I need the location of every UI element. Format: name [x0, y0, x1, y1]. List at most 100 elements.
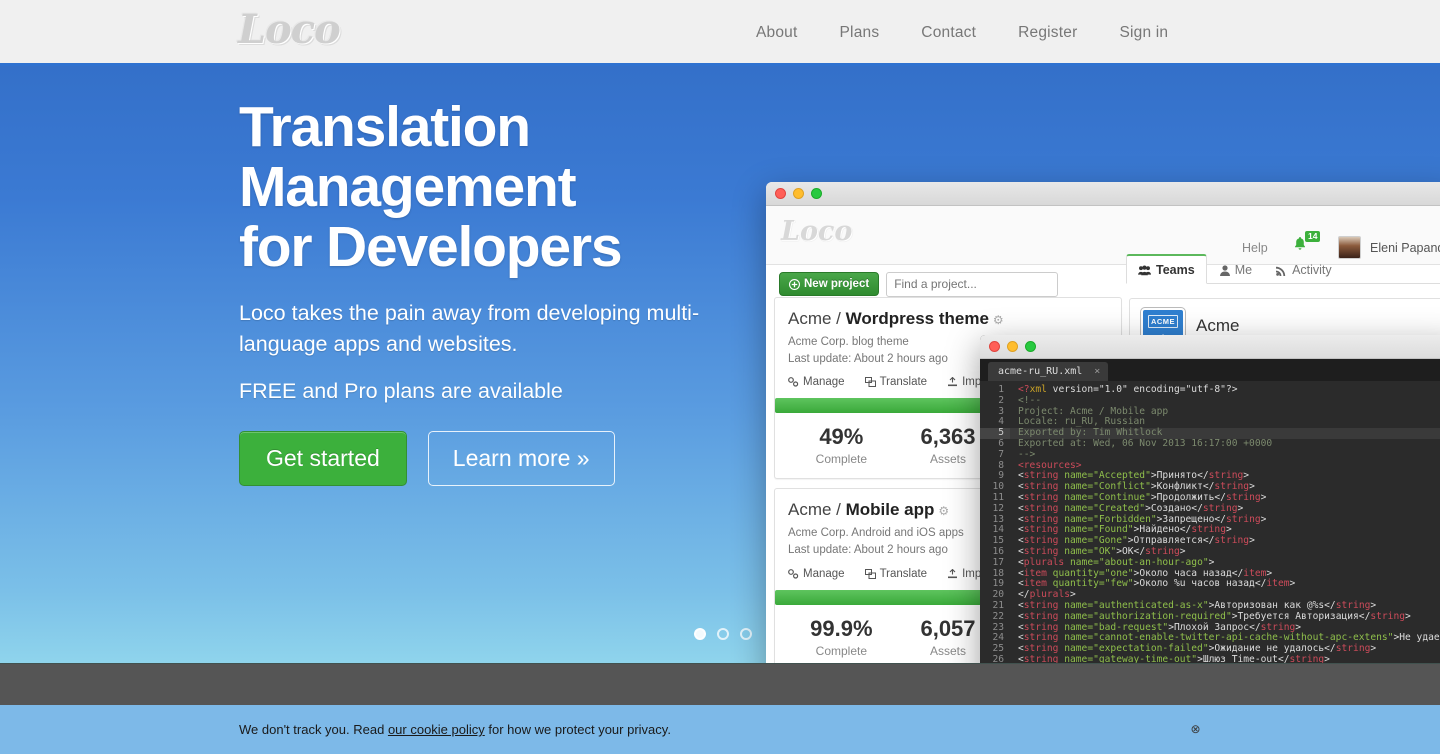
new-project-label: New project [804, 278, 870, 290]
translate-icon [864, 568, 876, 579]
nav-link-about[interactable]: About [735, 20, 819, 46]
hero-subtitle: Loco takes the pain away from developing… [239, 301, 700, 356]
gear-icon[interactable]: ⚙ [993, 313, 1004, 327]
hero-title-line-1: Translation [239, 95, 531, 159]
cookie-policy-link[interactable]: our cookie policy [388, 722, 485, 737]
notification-count-badge: 14 [1305, 231, 1321, 243]
line-number: 7 [980, 449, 1010, 461]
carousel-dot-1[interactable] [694, 628, 706, 640]
code-editor-window: acme-ru_RU.xml × 1 <?xml version="1.0" en… [980, 335, 1440, 663]
editor-tab-filename: acme-ru_RU.xml [998, 366, 1083, 377]
tab-teams-label: Teams [1156, 263, 1195, 277]
team-name: Acme [1196, 316, 1240, 335]
line-number: 26 [980, 654, 1010, 663]
learn-more-button[interactable]: Learn more » [427, 431, 615, 487]
editor-titlebar [980, 335, 1440, 359]
maximize-window-icon[interactable] [811, 188, 822, 199]
hero-copy: Translation Management for Developers Lo… [239, 99, 759, 487]
carousel-dot-3[interactable] [740, 628, 752, 640]
new-project-button[interactable]: New project [779, 272, 880, 296]
stat-complete-label: Complete [815, 643, 868, 658]
import-icon [948, 568, 958, 578]
project-name: Wordpress theme [845, 309, 989, 328]
manage-action[interactable]: Manage [788, 568, 845, 580]
stat-complete: 49% Complete [788, 424, 895, 466]
code-line-text: <?xml version="1.0" encoding="utf-8"?> [1018, 384, 1238, 395]
cookie-text-after: for how we protect your privacy. [484, 722, 671, 737]
close-window-icon[interactable] [989, 341, 1000, 352]
manage-label: Manage [803, 567, 845, 580]
hero-section: Translation Management for Developers Lo… [0, 66, 1440, 663]
progress-bar-fill [775, 398, 1011, 414]
tab-teams[interactable]: Teams [1126, 254, 1207, 284]
hero-title-line-2: Management [239, 155, 577, 219]
code-content[interactable]: 1 <?xml version="1.0" encoding="utf-8"?> 2… [980, 381, 1440, 663]
hero-title-line-3: for Developers [239, 215, 623, 279]
app-tabs: Teams Me Activity [1126, 253, 1440, 284]
footer-strip [0, 663, 1440, 705]
line-number: 5 [980, 427, 1010, 439]
hero-subtitle-secondary: FREE and Pro plans are available [239, 379, 563, 404]
tab-me[interactable]: Me [1209, 256, 1263, 283]
carousel-dot-2[interactable] [717, 628, 729, 640]
tab-me-label: Me [1234, 263, 1253, 277]
nav-link-sign-in[interactable]: Sign in [1098, 20, 1189, 46]
project-owner: Acme / [788, 500, 846, 520]
line-number: 1 [980, 384, 1010, 396]
translate-action[interactable]: Translate [864, 568, 927, 580]
line-number: 8 [980, 460, 1010, 472]
editor-tabbar: acme-ru_RU.xml × [980, 359, 1440, 381]
get-started-button[interactable]: Get started [239, 431, 407, 487]
project-title: Acme / Wordpress theme ⚙ [788, 309, 1108, 329]
manage-label: Manage [803, 376, 845, 389]
person-icon [1219, 264, 1230, 276]
import-icon [948, 377, 958, 387]
nav-link-register[interactable]: Register [997, 20, 1098, 46]
rss-icon [1276, 266, 1286, 276]
editor-tab-file[interactable]: acme-ru_RU.xml × [988, 362, 1109, 381]
code-line: 26 <string name="gateway-time-out">Шлюз … [980, 653, 1440, 663]
app-logo[interactable]: Loco [781, 216, 852, 247]
code-line: 6 Exported at: Wed, 06 Nov 2013 16:17:00… [980, 437, 1440, 450]
nav-link-contact[interactable]: Contact [900, 20, 997, 46]
translate-action[interactable]: Translate [864, 376, 927, 388]
top-navigation-bar: Loco About Plans Contact Register Sign i… [0, 0, 1440, 66]
plus-circle-icon [789, 278, 800, 290]
acme-logo-word: ACME [1147, 315, 1179, 328]
manage-icon [788, 568, 799, 579]
minimize-window-icon[interactable] [1007, 341, 1018, 352]
maximize-window-icon[interactable] [1025, 341, 1036, 352]
stat-complete-value: 99.9% [810, 615, 873, 641]
cookie-text-before: We don't track you. Read [239, 722, 388, 737]
project-owner: Acme / [788, 309, 846, 328]
page-title: Translation Management for Developers [239, 99, 759, 276]
nav-link-plans[interactable]: Plans [819, 20, 901, 46]
app-window-titlebar [766, 182, 1440, 206]
manage-action[interactable]: Manage [788, 376, 845, 388]
hero-cta-buttons: Get started Learn more » [239, 431, 759, 487]
tab-activity-label: Activity [1292, 263, 1332, 277]
cookie-notice-bar: We don't track you. Read our cookie poli… [0, 705, 1440, 754]
line-number: 22 [980, 611, 1010, 623]
manage-icon [788, 377, 799, 387]
project-name: Mobile app [845, 500, 935, 520]
stat-complete-value: 49% [819, 424, 864, 450]
code-line-text: <string name="gateway-time-out">Шлюз Tim… [1018, 653, 1330, 663]
carousel-dots [694, 628, 752, 640]
code-line-text: Exported at: Wed, 06 Nov 2013 16:17:00 +… [1018, 437, 1273, 449]
close-window-icon[interactable] [775, 188, 786, 199]
search-input[interactable] [886, 271, 1059, 297]
site-logo-text: Loco [238, 6, 341, 53]
main-nav-links: About Plans Contact Register Sign in [735, 20, 1189, 46]
minimize-window-icon[interactable] [793, 188, 804, 199]
line-number: 3 [980, 406, 1010, 418]
site-logo[interactable]: Loco [238, 6, 341, 53]
tab-activity[interactable]: Activity [1265, 256, 1343, 283]
close-icon[interactable]: ⊗ [1189, 723, 1202, 736]
close-icon[interactable]: × [1094, 366, 1100, 377]
gear-icon[interactable]: ⚙ [938, 504, 949, 518]
stat-complete-label: Complete [815, 452, 868, 467]
line-number: 12 [980, 503, 1010, 515]
stat-complete: 99.9% Complete [788, 616, 895, 658]
cookie-notice-text: We don't track you. Read our cookie poli… [239, 722, 671, 737]
